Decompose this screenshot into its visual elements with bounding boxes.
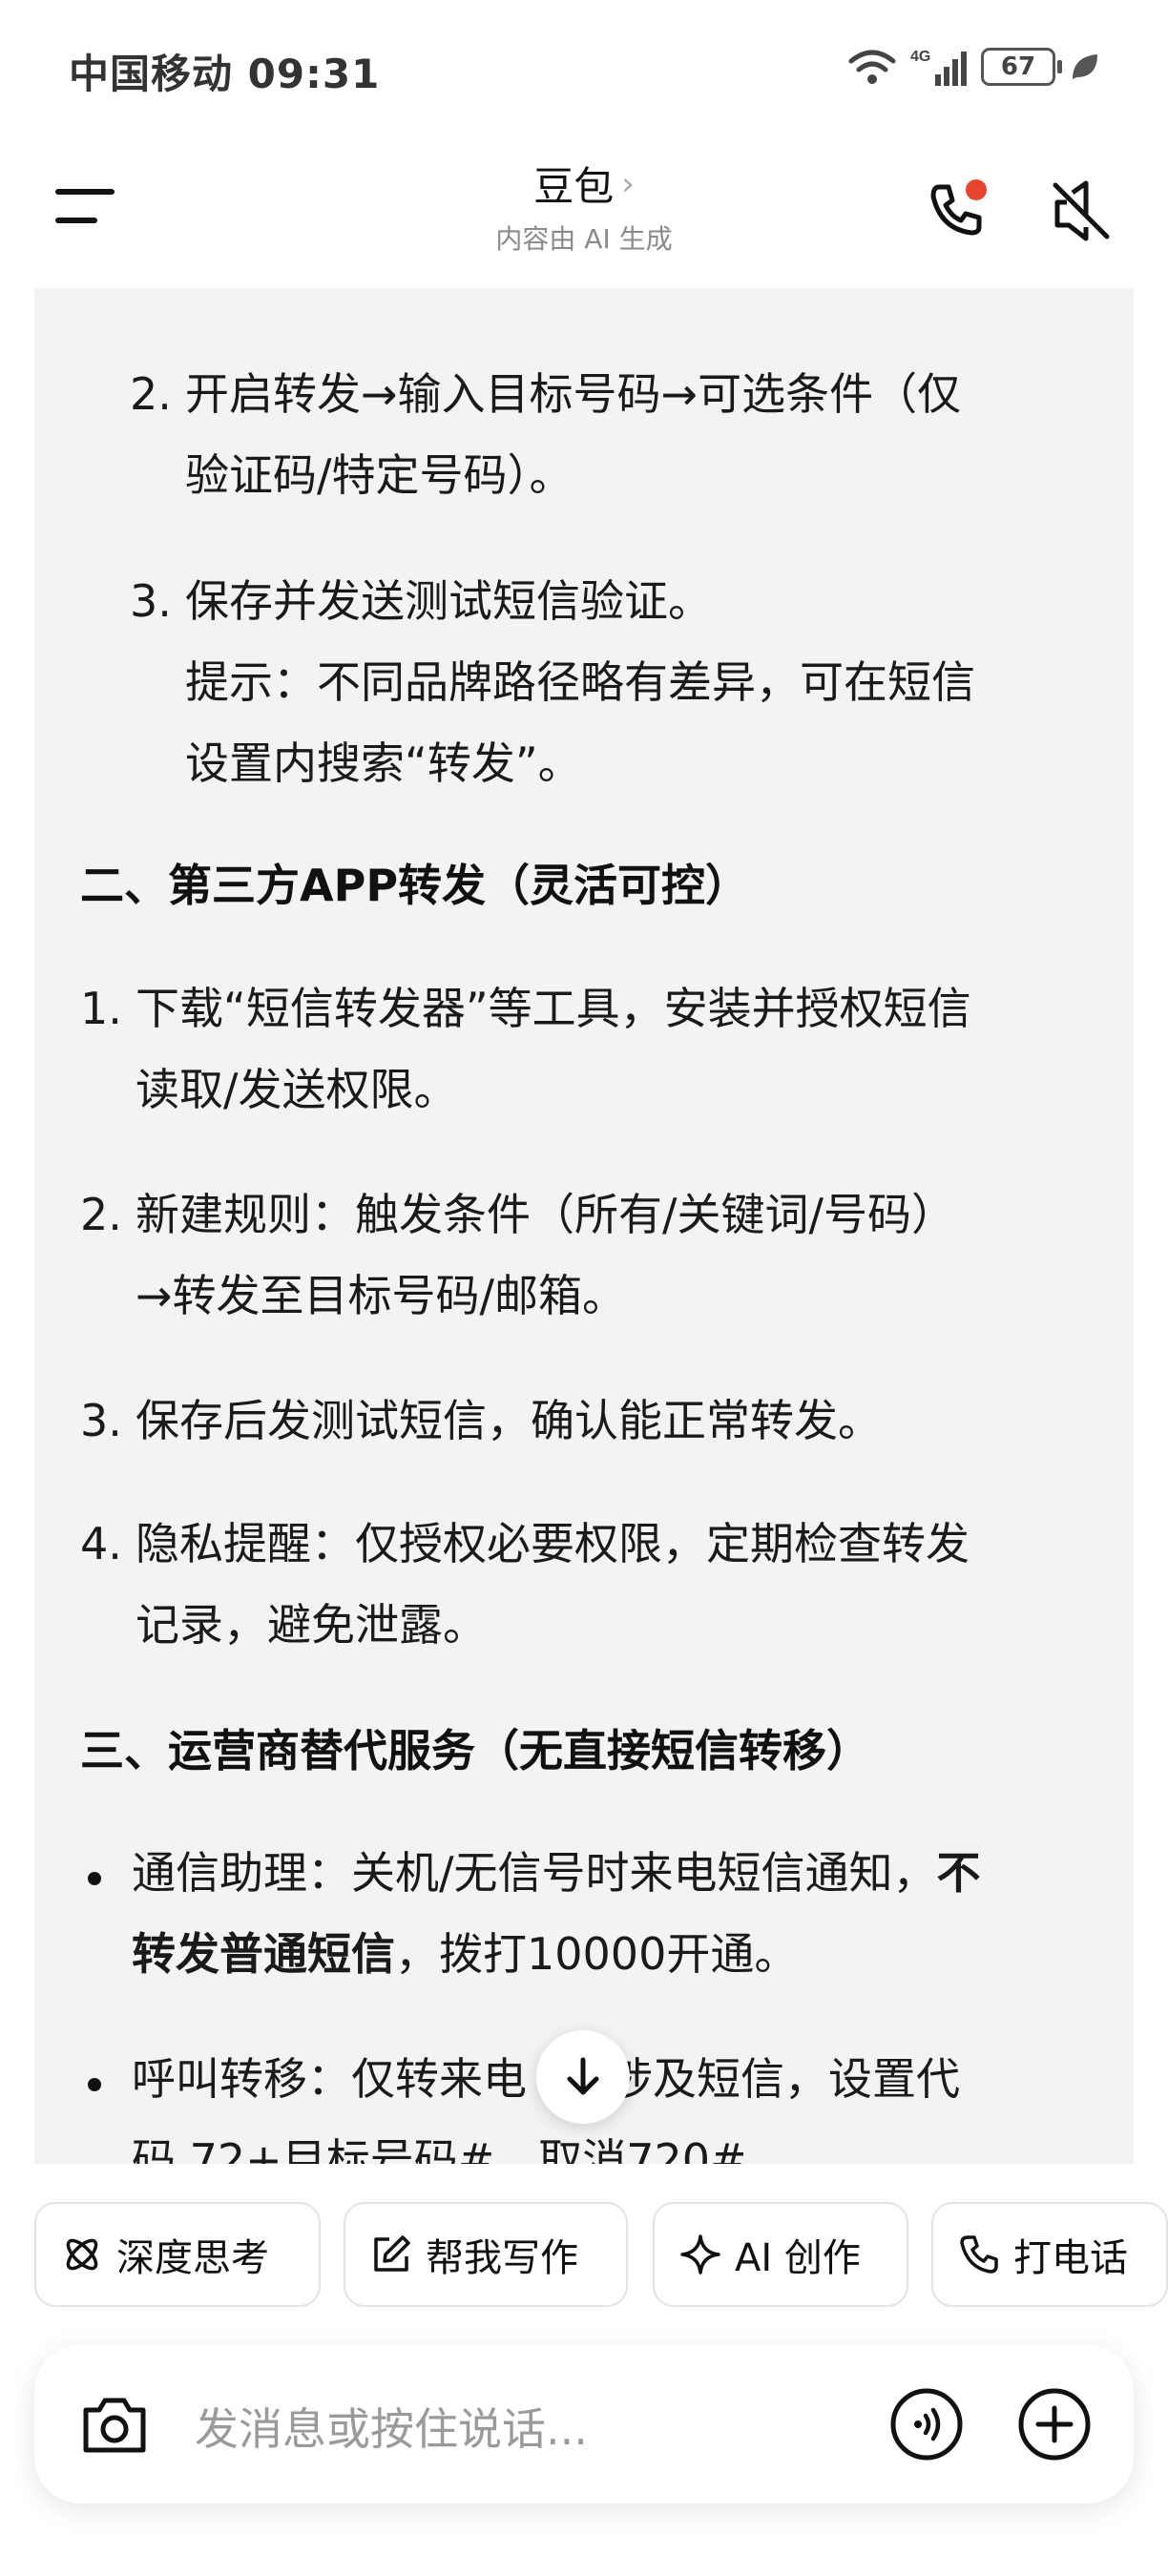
- mute-button[interactable]: [1048, 177, 1115, 244]
- ai-message-card: 2. 开启转发→输入目标号码→可选条件（仅 验证码/特定号码）。 3. 保存并发…: [34, 288, 1134, 2164]
- message-input-bar: 发消息或按住说话...: [34, 2345, 1134, 2503]
- notification-dot: [966, 179, 987, 200]
- chip-deep-think[interactable]: 深度思考: [34, 2202, 321, 2307]
- add-attachment-button[interactable]: [1017, 2387, 1092, 2462]
- arrow-down-icon: [567, 2057, 599, 2095]
- signal-icon: 4G: [910, 49, 967, 86]
- list-item-text: 转发普通短信，拨打10000开通。: [132, 1928, 799, 1980]
- chip-label: 帮我写作: [426, 2236, 578, 2280]
- atom-icon: [66, 2238, 98, 2271]
- camera-icon: [83, 2398, 146, 2453]
- list-item-text: 验证码/特定号码）。: [185, 449, 574, 501]
- tip-text: 提示：不同品牌路径略有差异，可在短信: [185, 656, 975, 708]
- wifi-icon: [848, 50, 896, 84]
- chip-label: AI 创作: [735, 2236, 861, 2280]
- chevron-right-icon: ›: [621, 164, 635, 203]
- sparkle-icon: [680, 2234, 720, 2275]
- chip-label: 深度思考: [116, 2236, 269, 2280]
- chip-make-call[interactable]: 打电话: [931, 2202, 1168, 2307]
- scroll-to-bottom-button[interactable]: [536, 2030, 630, 2124]
- list-number: 2.: [80, 1189, 122, 1240]
- chip-label: 打电话: [1013, 2236, 1128, 2280]
- list-item-text: 开启转发→输入目标号码→可选条件（仅: [185, 368, 962, 420]
- list-item-text: 新建规则：触发条件（所有/关键词/号码）: [136, 1189, 955, 1240]
- list-item-text: 码 72+目标号码#，取消720#: [132, 2134, 747, 2164]
- chip-help-write[interactable]: 帮我写作: [344, 2202, 628, 2307]
- list-number: 4.: [80, 1518, 122, 1569]
- svg-text:4G: 4G: [910, 49, 930, 65]
- tip-text: 设置内搜索“转发”。: [185, 737, 582, 789]
- list-item-text: 通信助理：关机/无信号时来电短信通知，不: [132, 1847, 981, 1899]
- chat-title-area[interactable]: 豆包 › 内容由 AI 生成: [0, 155, 1168, 257]
- chat-title: 豆包: [533, 163, 615, 210]
- app-header: 豆包 › 内容由 AI 生成: [0, 134, 1168, 286]
- list-item-text: 记录，避免泄露。: [136, 1599, 487, 1651]
- voice-wave-icon: [890, 2388, 963, 2461]
- status-bar: 中国移动 09:31 4G 67: [0, 0, 1168, 134]
- list-item-text: 隐私提醒：仅授权必要权限，定期检查转发: [136, 1518, 970, 1569]
- list-item-text: 保存并发送测试短信验证。: [185, 575, 712, 627]
- bullet: [88, 2078, 101, 2091]
- list-item-text: 保存后发测试短信，确认能正常转发。: [136, 1395, 882, 1446]
- speaker-mute-icon: [1053, 180, 1110, 241]
- list-item-text: 读取/发送权限。: [136, 1064, 458, 1115]
- bullet: [88, 1872, 101, 1885]
- status-icons: 4G 67: [847, 42, 1101, 92]
- battery-indicator: 67: [981, 48, 1062, 86]
- plus-icon: [1018, 2388, 1091, 2461]
- list-number: 3.: [80, 1395, 122, 1446]
- edit-icon: [374, 2235, 410, 2272]
- list-number: 1.: [80, 983, 122, 1034]
- list-item-text: 下载“短信转发器”等工具，安装并授权短信: [136, 983, 971, 1034]
- carrier-time: 中国移动 09:31: [69, 51, 381, 97]
- leaf-icon: [1073, 54, 1097, 79]
- list-item-text: →转发至目标号码/邮箱。: [136, 1270, 627, 1321]
- section-heading: 三、运营商替代服务（无直接短信转移）: [80, 1725, 870, 1776]
- list-number: 2.: [130, 368, 172, 420]
- call-button[interactable]: [922, 177, 989, 244]
- chip-ai-create[interactable]: AI 创作: [653, 2202, 908, 2307]
- camera-button[interactable]: [78, 2389, 151, 2462]
- voice-call-button[interactable]: [889, 2387, 964, 2462]
- phone-icon: [960, 2235, 998, 2274]
- quick-action-bar: 深度思考 帮我写作 AI 创作 打电话: [0, 2194, 1168, 2309]
- section-heading: 二、第三方APP转发（灵活可控）: [80, 860, 750, 911]
- message-input[interactable]: 发消息或按住说话...: [195, 2395, 588, 2458]
- ai-disclaimer: 内容由 AI 生成: [495, 223, 673, 255]
- list-number: 3.: [130, 575, 172, 627]
